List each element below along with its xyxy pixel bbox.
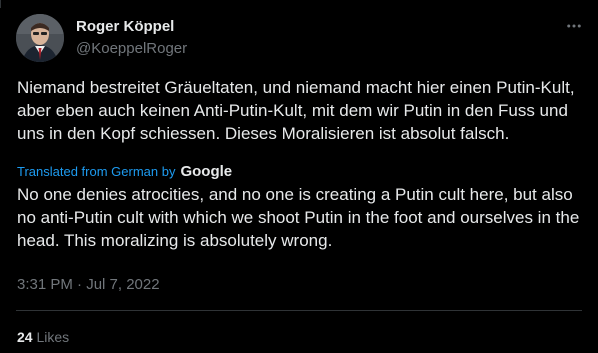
tweet-original-text: Niemand bestreitet Gräueltaten, und niem… xyxy=(17,78,575,143)
more-options-button[interactable] xyxy=(560,14,588,42)
likes-link[interactable]: 24 Likes xyxy=(17,329,69,345)
google-logo: Google xyxy=(180,162,233,180)
thread-divider xyxy=(0,0,1,8)
author-handle[interactable]: @KoeppelRoger xyxy=(76,40,187,57)
tweet-translated-text: No one denies atrocities, and no one is … xyxy=(17,185,580,250)
author-display-name[interactable]: Roger Köppel xyxy=(76,18,174,35)
more-horizontal-icon xyxy=(565,17,583,40)
likes-count: 24 xyxy=(17,329,33,345)
stats-divider xyxy=(16,310,582,311)
tweet-timestamp[interactable]: 3:31 PM · Jul 7, 2022 xyxy=(17,276,160,293)
likes-label: Likes xyxy=(36,329,70,345)
tweet-card: Roger Köppel @KoeppelRoger Niemand bestr… xyxy=(0,0,598,353)
translation-attribution[interactable]: Translated from German by Google xyxy=(17,162,232,180)
avatar[interactable] xyxy=(16,14,64,62)
translated-from-label[interactable]: Translated from German by xyxy=(17,164,175,179)
